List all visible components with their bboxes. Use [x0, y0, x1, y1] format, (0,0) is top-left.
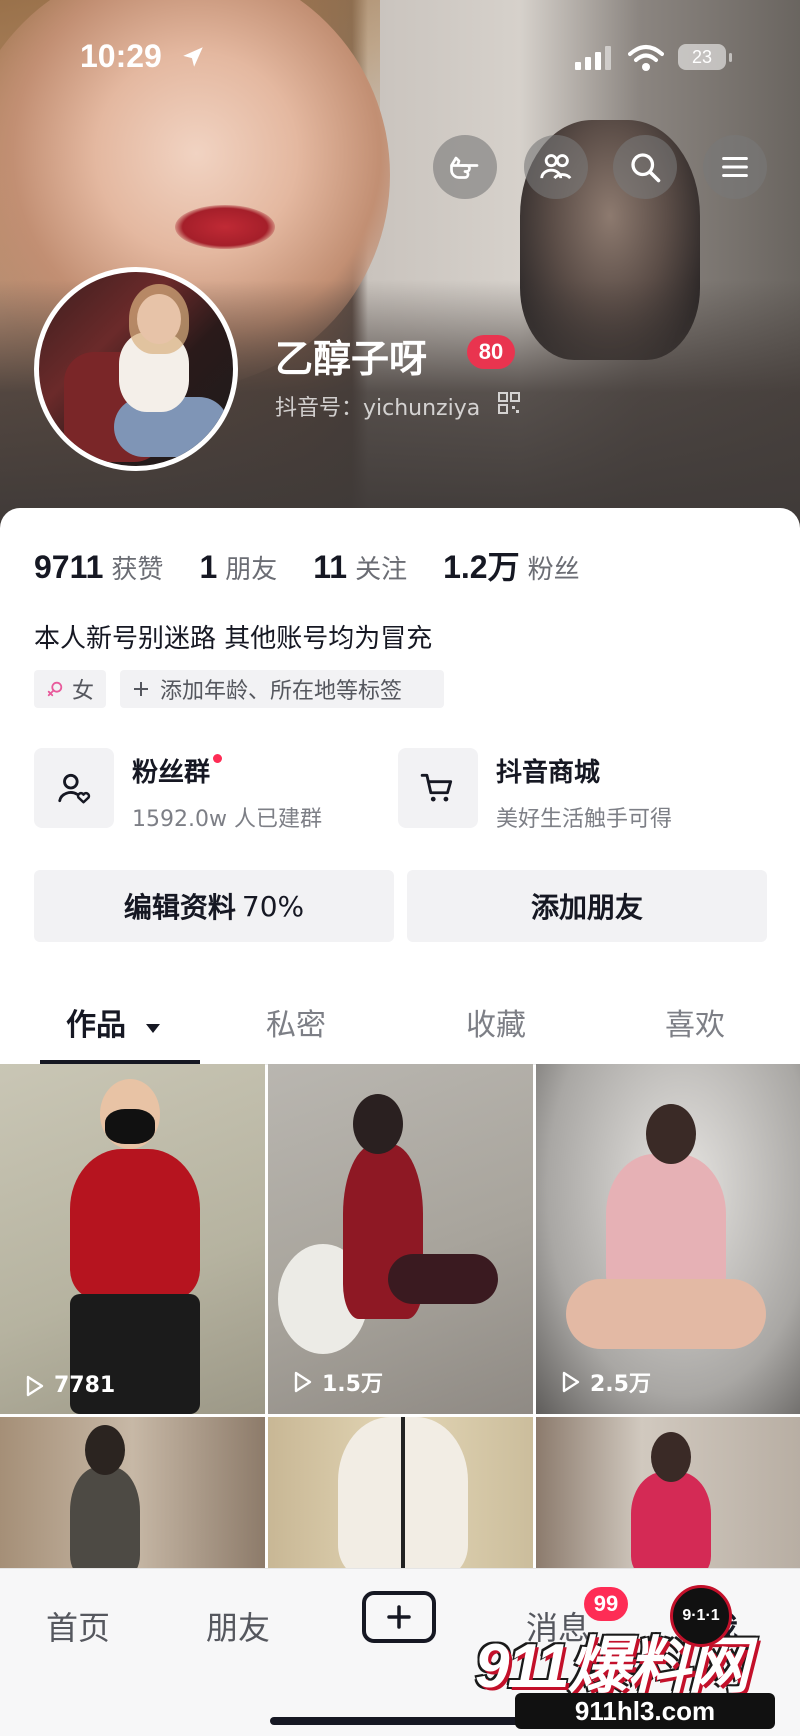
stat-label: 粉丝 [527, 555, 580, 585]
hamburger-menu-icon [722, 156, 748, 178]
video-tile[interactable]: 1.5万 [268, 1064, 533, 1414]
fan-group-icon [34, 748, 114, 828]
qr-code-icon[interactable] [498, 392, 520, 414]
video-figure-head [646, 1104, 696, 1164]
edit-profile-progress: 70% [241, 889, 305, 923]
gender-label: 女 [71, 679, 94, 704]
play-count: 1.5万 [290, 1366, 383, 1398]
search-icon [631, 153, 661, 183]
play-count-value: 2.5万 [590, 1372, 651, 1397]
video-figure [70, 1149, 200, 1299]
watermark-url: 911hl3.com [515, 1693, 775, 1729]
stat-value: 11 [313, 549, 348, 585]
video-tile[interactable]: 2.5万 [536, 1064, 800, 1414]
signal-icon [575, 46, 611, 70]
profile-name: 乙醇子呀 [275, 337, 428, 381]
watermark-logo: 9·1·1 [670, 1585, 732, 1647]
video-tile[interactable] [0, 1417, 265, 1577]
tab-works-label: 作品 [66, 1008, 126, 1043]
watermark: 911爆料网 9·1·1 911hl3.com [455, 1585, 795, 1735]
add-tags-label: 添加年龄、所在地等标签 [160, 679, 403, 704]
avatar[interactable] [34, 267, 238, 471]
add-tags-button[interactable]: 添加年龄、所在地等标签 [120, 670, 444, 708]
fan-group-title-text: 粉丝群 [132, 758, 211, 788]
nav-home[interactable]: 首页 [46, 1603, 110, 1649]
video-figure-legs [566, 1279, 766, 1349]
stat-likes[interactable]: 9711 获赞 [34, 549, 163, 586]
tab-works[interactable]: 作品 [66, 1000, 162, 1044]
video-figure-head [651, 1432, 691, 1482]
add-friend-button[interactable]: 添加朋友 [407, 870, 767, 942]
stat-value: 9711 [34, 549, 104, 585]
avatar-head [137, 294, 181, 344]
stat-following[interactable]: 11 关注 [313, 549, 407, 586]
stat-followers[interactable]: 1.2万 粉丝 [443, 542, 580, 588]
wifi-icon [628, 45, 664, 71]
tab-likes[interactable]: 喜欢 [665, 1000, 725, 1044]
play-icon [562, 1371, 580, 1393]
visitor-button[interactable] [433, 135, 497, 199]
status-time: 10:29 [80, 38, 162, 74]
gender-tag[interactable]: 女 [34, 670, 106, 708]
fan-group-entry[interactable]: 粉丝群 1592.0w 人已建群 [34, 748, 322, 833]
video-tile[interactable] [536, 1417, 800, 1577]
location-arrow-icon [183, 47, 203, 67]
plus-icon [387, 1605, 411, 1629]
play-icon [294, 1371, 312, 1393]
caret-down-icon [146, 1024, 161, 1033]
content-tabs: 作品 私密 收藏 喜欢 [0, 986, 800, 1065]
video-figure [70, 1467, 140, 1577]
douyin-id[interactable]: 抖音号：yichunziya [275, 390, 480, 422]
plus-icon [134, 682, 148, 696]
create-button[interactable] [362, 1591, 436, 1643]
fan-group-title: 粉丝群 [132, 752, 223, 789]
shop-title: 抖音商城 [496, 758, 601, 788]
cart-icon [398, 748, 478, 828]
profile-bio: 本人新号别迷路 其他账号均为冒充 [34, 624, 433, 654]
add-friend-label: 添加朋友 [530, 891, 643, 924]
search-button[interactable] [613, 135, 677, 199]
play-count-value: 7781 [54, 1373, 116, 1398]
tab-favorites[interactable]: 收藏 [466, 1000, 526, 1044]
stat-value: 1 [199, 549, 218, 585]
play-count-value: 1.5万 [322, 1372, 383, 1397]
banner-photo-lips [175, 205, 275, 249]
notification-dot [213, 754, 223, 763]
people-icon [540, 154, 572, 180]
stat-value: 1.2万 [443, 549, 520, 585]
shop-entry[interactable]: 抖音商城 美好生活触手可得 [398, 748, 672, 833]
stat-label: 获赞 [111, 555, 164, 585]
fan-group-subtitle: 1592.0w 人已建群 [132, 807, 322, 832]
play-icon [26, 1375, 44, 1396]
video-figure-head [85, 1425, 125, 1475]
stat-label: 关注 [355, 555, 408, 585]
shop-subtitle: 美好生活触手可得 [496, 807, 673, 832]
video-tile[interactable] [268, 1417, 533, 1577]
edit-profile-label: 编辑资料 [123, 891, 236, 924]
video-figure-head [353, 1094, 403, 1154]
video-figure-legs [388, 1254, 498, 1304]
video-tile[interactable]: 7781 [0, 1064, 265, 1414]
play-count: 2.5万 [558, 1366, 651, 1398]
battery-indicator: 23 [678, 44, 732, 70]
video-figure-zip [401, 1417, 405, 1577]
female-symbol-icon [47, 681, 63, 697]
menu-button[interactable] [703, 135, 767, 199]
video-figure [631, 1472, 711, 1577]
stat-friends[interactable]: 1 朋友 [199, 549, 277, 586]
mask [105, 1109, 155, 1144]
tab-private[interactable]: 私密 [266, 1000, 326, 1044]
pointing-hand-icon [450, 156, 479, 179]
play-count: 7781 [22, 1373, 115, 1398]
nav-friends[interactable]: 朋友 [206, 1603, 270, 1649]
stats-row: 9711 获赞 1 朋友 11 关注 1.2万 粉丝 [34, 542, 616, 588]
level-badge[interactable]: 80 [467, 335, 515, 369]
stat-label: 朋友 [225, 555, 278, 585]
edit-profile-button[interactable]: 编辑资料 70% [34, 870, 394, 942]
friends-button[interactable] [524, 135, 588, 199]
